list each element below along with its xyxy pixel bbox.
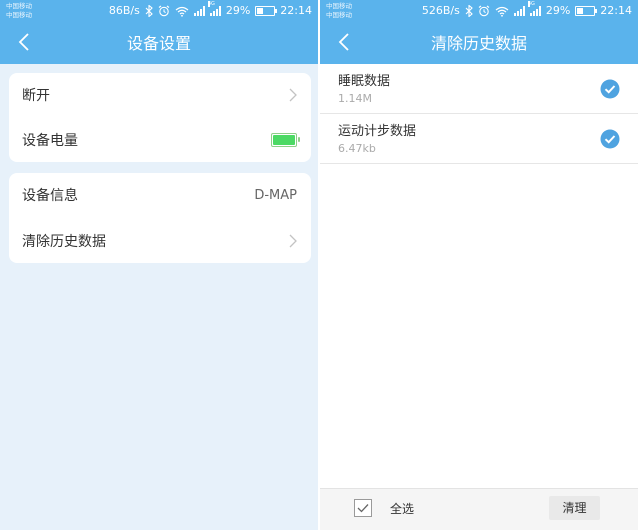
device-info-row[interactable]: 设备信息 D-MAP bbox=[9, 173, 311, 217]
carrier-names: 中国移动 中国移动 bbox=[326, 2, 352, 20]
status-indicators: 86B/s 4G 29% 22:14 bbox=[108, 1, 312, 18]
row-label: 断开 bbox=[22, 88, 50, 104]
network-speed: 86B/s bbox=[108, 4, 140, 17]
battery-percent: 29% bbox=[545, 4, 571, 17]
check-circle-icon[interactable] bbox=[600, 129, 620, 149]
settings-card-info: 设备信息 D-MAP 清除历史数据 bbox=[9, 173, 311, 263]
select-all-label: 全选 bbox=[390, 501, 415, 516]
disconnect-row[interactable]: 断开 bbox=[9, 73, 311, 117]
battery-percent: 29% bbox=[225, 4, 251, 17]
clear-history-screen: 中国移动 中国移动 526B/s 4G 29% 22:14 清除历史数据 睡眠数… bbox=[320, 0, 638, 530]
row-label: 设备信息 bbox=[22, 188, 78, 204]
device-name-value: D-MAP bbox=[254, 187, 297, 203]
list-item-step-data[interactable]: 运动计步数据 6.47kb bbox=[320, 114, 638, 164]
clear-history-row[interactable]: 清除历史数据 bbox=[9, 219, 311, 263]
battery-icon bbox=[255, 6, 278, 16]
page-title: 清除历史数据 bbox=[430, 34, 527, 53]
device-settings-screen: 中国移动 中国移动 86B/s 4G 29% 22:14 设备设置 断开 设备电… bbox=[0, 0, 318, 530]
status-bar: 中国移动 中国移动 86B/s 4G 29% 22:14 bbox=[0, 0, 318, 24]
settings-card-device: 断开 设备电量 bbox=[9, 73, 311, 162]
wifi-icon bbox=[495, 6, 509, 17]
status-indicators: 526B/s 4G 29% 22:14 bbox=[421, 1, 632, 18]
carrier-names: 中国移动 中国移动 bbox=[6, 2, 32, 20]
carrier-name: 中国移动 bbox=[326, 11, 352, 19]
carrier-name: 中国移动 bbox=[326, 2, 352, 10]
chevron-right-icon bbox=[289, 234, 297, 248]
bottom-action-bar: 全选 清理 bbox=[320, 488, 638, 530]
select-all-toggle[interactable]: 全选 bbox=[354, 499, 414, 517]
clear-button[interactable]: 清理 bbox=[549, 496, 600, 520]
row-label: 清除历史数据 bbox=[22, 234, 106, 250]
battery-row: 设备电量 bbox=[9, 118, 311, 162]
status-bar: 中国移动 中国移动 526B/s 4G 29% 22:14 bbox=[320, 0, 638, 24]
battery-full-icon bbox=[271, 133, 300, 147]
select-all-checkbox[interactable] bbox=[354, 499, 372, 517]
wifi-icon bbox=[175, 6, 189, 17]
network-speed: 526B/s bbox=[421, 4, 460, 17]
check-circle-icon[interactable] bbox=[600, 79, 620, 99]
bluetooth-icon bbox=[465, 5, 473, 17]
signal-4g-icon: 4G bbox=[527, 1, 541, 16]
network-type: 4G bbox=[207, 1, 215, 7]
item-name: 运动计步数据 bbox=[338, 124, 417, 139]
nav-bar: 清除历史数据 bbox=[320, 24, 638, 64]
network-type: 4G bbox=[527, 1, 535, 7]
signal-icon bbox=[193, 6, 205, 16]
clock-time: 22:14 bbox=[280, 4, 312, 17]
carrier-name: 中国移动 bbox=[6, 2, 32, 10]
carrier-name: 中国移动 bbox=[6, 11, 32, 19]
clock-time: 22:14 bbox=[600, 4, 632, 17]
signal-icon bbox=[513, 6, 525, 16]
row-label: 设备电量 bbox=[22, 133, 78, 149]
battery-icon bbox=[575, 6, 598, 16]
item-size: 1.14M bbox=[338, 92, 372, 105]
nav-bar: 设备设置 bbox=[0, 24, 318, 64]
alarm-clock-icon bbox=[158, 5, 170, 17]
page-title: 设备设置 bbox=[126, 34, 191, 53]
item-name: 睡眠数据 bbox=[338, 74, 391, 89]
alarm-clock-icon bbox=[478, 5, 490, 17]
list-item-sleep-data[interactable]: 睡眠数据 1.14M bbox=[320, 64, 638, 114]
item-size: 6.47kb bbox=[338, 142, 376, 155]
signal-4g-icon: 4G bbox=[207, 1, 221, 16]
bluetooth-icon bbox=[145, 5, 153, 17]
chevron-right-icon bbox=[289, 88, 297, 102]
check-icon bbox=[357, 504, 369, 513]
